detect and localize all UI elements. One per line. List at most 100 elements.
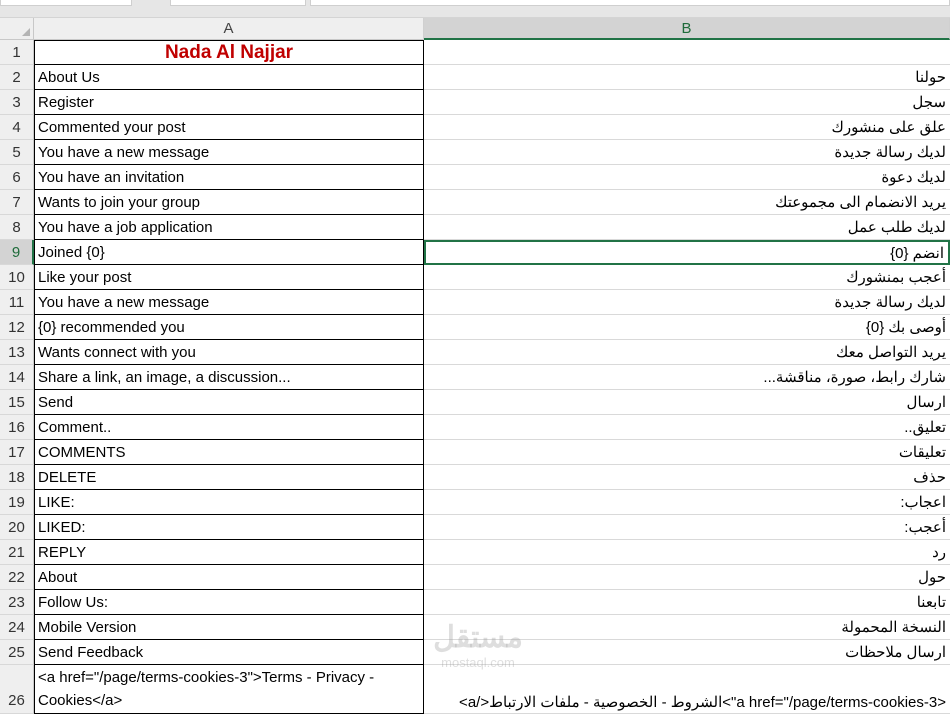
- row-header[interactable]: 5: [0, 140, 34, 165]
- row-header[interactable]: 8: [0, 215, 34, 240]
- row-header[interactable]: 19: [0, 490, 34, 515]
- cell-b[interactable]: لديك دعوة: [424, 165, 950, 190]
- row-header[interactable]: 11: [0, 290, 34, 315]
- cell-b[interactable]: اعجاب:: [424, 490, 950, 515]
- row-header[interactable]: 15: [0, 390, 34, 415]
- cell-b[interactable]: علق على منشورك: [424, 115, 950, 140]
- cell-b[interactable]: أوصى بك {0}: [424, 315, 950, 340]
- row-header[interactable]: 9: [0, 240, 34, 265]
- cell-a[interactable]: LIKE:: [34, 490, 424, 515]
- table-row: 7 Wants to join your group يريد الانضمام ا…: [0, 190, 950, 215]
- cell-b[interactable]: شارك رابط، صورة، مناقشة...: [424, 365, 950, 390]
- cell-a[interactable]: Mobile Version: [34, 615, 424, 640]
- table-row: 14 Share a link, an image, a discussion..…: [0, 365, 950, 390]
- cell-b[interactable]: أعجب بمنشورك: [424, 265, 950, 290]
- row-header[interactable]: 26: [0, 665, 34, 714]
- cell-a[interactable]: LIKED:: [34, 515, 424, 540]
- cell-a[interactable]: About Us: [34, 65, 424, 90]
- cell-a[interactable]: Wants connect with you: [34, 340, 424, 365]
- cell-a[interactable]: You have a job application: [34, 215, 424, 240]
- title-cell[interactable]: Nada Al Najjar: [34, 40, 424, 65]
- column-header-b[interactable]: B: [424, 18, 950, 40]
- row-header[interactable]: 7: [0, 190, 34, 215]
- row-header[interactable]: 2: [0, 65, 34, 90]
- table-row: 13 Wants connect with you يريد التواصل معك: [0, 340, 950, 365]
- cell-a[interactable]: REPLY: [34, 540, 424, 565]
- cell-a[interactable]: DELETE: [34, 465, 424, 490]
- table-row: 21 REPLY رد: [0, 540, 950, 565]
- table-row: 4 Commented your post علق على منشورك: [0, 115, 950, 140]
- cell-a[interactable]: Send: [34, 390, 424, 415]
- table-row: 8 You have a job application لديك طلب عمل: [0, 215, 950, 240]
- cell-b[interactable]: [424, 40, 950, 65]
- row-header[interactable]: 24: [0, 615, 34, 640]
- cell-a[interactable]: Register: [34, 90, 424, 115]
- table-row: 12 {0} recommended you أوصى بك {0}: [0, 315, 950, 340]
- cell-a[interactable]: Comment..: [34, 415, 424, 440]
- row-header[interactable]: 4: [0, 115, 34, 140]
- cell-b[interactable]: لديك رسالة جديدة: [424, 140, 950, 165]
- cell-a[interactable]: Joined {0}: [34, 240, 424, 265]
- cell-a[interactable]: Commented your post: [34, 115, 424, 140]
- cell-a[interactable]: Follow Us:: [34, 590, 424, 615]
- cell-a[interactable]: Send Feedback: [34, 640, 424, 665]
- cell-b[interactable]: تعليق..: [424, 415, 950, 440]
- cell-a[interactable]: Wants to join your group: [34, 190, 424, 215]
- column-header-a[interactable]: A: [34, 18, 424, 40]
- row-header[interactable]: 17: [0, 440, 34, 465]
- table-row: 17 COMMENTS تعليقات: [0, 440, 950, 465]
- select-all-corner[interactable]: [0, 18, 34, 40]
- row-header[interactable]: 23: [0, 590, 34, 615]
- cell-b[interactable]: تابعنا: [424, 590, 950, 615]
- cell-b[interactable]: ارسال: [424, 390, 950, 415]
- cell-a[interactable]: {0} recommended you: [34, 315, 424, 340]
- cell-a[interactable]: You have a new message: [34, 290, 424, 315]
- row-header[interactable]: 10: [0, 265, 34, 290]
- cell-a[interactable]: You have an invitation: [34, 165, 424, 190]
- cell-a[interactable]: COMMENTS: [34, 440, 424, 465]
- sheet-top-strip: [0, 0, 950, 18]
- row-header[interactable]: 21: [0, 540, 34, 565]
- cell-a[interactable]: You have a new message: [34, 140, 424, 165]
- cell-b[interactable]: يريد التواصل معك: [424, 340, 950, 365]
- top-tab[interactable]: [0, 0, 132, 6]
- row-header[interactable]: 18: [0, 465, 34, 490]
- cell-a[interactable]: About: [34, 565, 424, 590]
- table-row: 26 <a href="/page/terms-cookies-3">Terms …: [0, 665, 950, 714]
- row-header[interactable]: 6: [0, 165, 34, 190]
- cell-b[interactable]: سجل: [424, 90, 950, 115]
- top-tab[interactable]: [170, 0, 306, 6]
- cell-b[interactable]: حول: [424, 565, 950, 590]
- row-header[interactable]: 14: [0, 365, 34, 390]
- cell-b[interactable]: رد: [424, 540, 950, 565]
- table-row: 25 Send Feedback ارسال ملاحظات: [0, 640, 950, 665]
- row-header[interactable]: 25: [0, 640, 34, 665]
- cell-a[interactable]: <a href="/page/terms-cookies-3">Terms - …: [34, 665, 424, 714]
- cell-b[interactable]: لديك رسالة جديدة: [424, 290, 950, 315]
- row-header[interactable]: 16: [0, 415, 34, 440]
- cell-b[interactable]: حولنا: [424, 65, 950, 90]
- row-header[interactable]: 20: [0, 515, 34, 540]
- table-row: 9 Joined {0} انضم {0}: [0, 240, 950, 265]
- active-cell-b[interactable]: انضم {0}: [424, 240, 950, 265]
- cell-b[interactable]: ارسال ملاحظات: [424, 640, 950, 665]
- cell-b[interactable]: <a href="/page/terms-cookies-3">الشروط -…: [424, 665, 950, 714]
- cell-b[interactable]: يريد الانضمام الى مجموعتك: [424, 190, 950, 215]
- table-row: 10 Like your post أعجب بمنشورك: [0, 265, 950, 290]
- cell-b[interactable]: أعجب:: [424, 515, 950, 540]
- row-header[interactable]: 3: [0, 90, 34, 115]
- cell-b[interactable]: حذف: [424, 465, 950, 490]
- row-header[interactable]: 22: [0, 565, 34, 590]
- table-row: 5 You have a new message لديك رسالة جديدة: [0, 140, 950, 165]
- table-row: 6 You have an invitation لديك دعوة: [0, 165, 950, 190]
- cell-b[interactable]: لديك طلب عمل: [424, 215, 950, 240]
- row-header[interactable]: 13: [0, 340, 34, 365]
- row-header[interactable]: 12: [0, 315, 34, 340]
- table-row: 23 Follow Us: تابعنا: [0, 590, 950, 615]
- table-row: 11 You have a new message لديك رسالة جديدة: [0, 290, 950, 315]
- cell-b[interactable]: النسخة المحمولة: [424, 615, 950, 640]
- cell-a[interactable]: Like your post: [34, 265, 424, 290]
- cell-b[interactable]: تعليقات: [424, 440, 950, 465]
- row-header[interactable]: 1: [0, 40, 34, 65]
- cell-a[interactable]: Share a link, an image, a discussion...: [34, 365, 424, 390]
